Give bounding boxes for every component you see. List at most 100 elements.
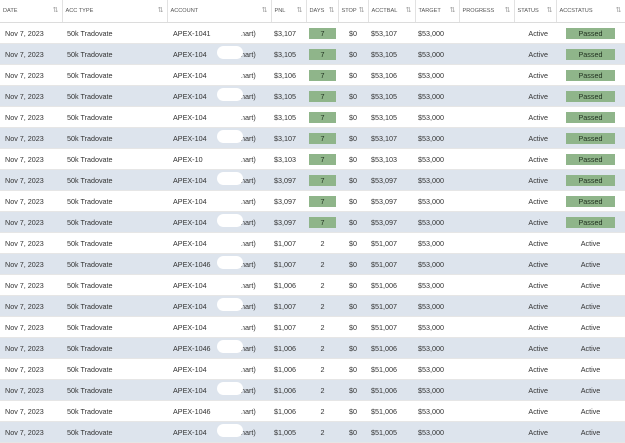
days-value: 2 <box>320 301 325 311</box>
cell-target: $53,000 <box>415 106 459 128</box>
cell-stop: $0 <box>338 316 368 338</box>
accstatus-badge: Active <box>580 343 601 353</box>
table-row[interactable]: Nov 7, 2023 50k Tradovate APEX-104 (chart… <box>0 358 625 380</box>
cell-date: Nov 7, 2023 <box>0 274 62 296</box>
cell-acc-type: 50k Tradovate <box>62 190 167 212</box>
cell-target: $53,000 <box>415 64 459 86</box>
cell-stop: $0 <box>338 148 368 170</box>
cell-stop: $0 <box>338 421 368 443</box>
cell-pnl: $1,007 <box>271 295 306 317</box>
accstatus-badge: Passed <box>566 132 615 144</box>
table-row[interactable]: Nov 7, 2023 50k Tradovate APEX-104 (chart… <box>0 85 625 107</box>
cell-status: Active <box>514 85 556 107</box>
cell-progress <box>459 295 514 317</box>
cell-days: 2 <box>306 274 338 296</box>
cell-days: 7 <box>306 106 338 128</box>
cell-stop: $0 <box>338 43 368 65</box>
cell-date: Nov 7, 2023 <box>0 106 62 128</box>
redaction-mark <box>217 66 243 80</box>
cell-acc-type: 50k Tradovate <box>62 85 167 107</box>
table-row[interactable]: Nov 7, 2023 50k Tradovate APEX-1046 (char… <box>0 337 625 359</box>
sort-arrows-icon[interactable]: ⇅ <box>53 6 59 14</box>
accounts-table: DATE ⇅ ACC TYPE ⇅ ACCOUNT ⇅ PNL ⇅ DAYS ⇅ STOP… <box>0 0 625 443</box>
days-value: 2 <box>320 259 325 269</box>
table-row[interactable]: Nov 7, 2023 50k Tradovate APEX-104 (chart… <box>0 316 625 338</box>
cell-pnl: $3,105 <box>271 106 306 128</box>
table-header-row: DATE ⇅ ACC TYPE ⇅ ACCOUNT ⇅ PNL ⇅ DAYS ⇅ STOP… <box>0 0 625 23</box>
sort-arrows-icon[interactable]: ⇅ <box>329 6 335 14</box>
column-header-account[interactable]: ACCOUNT ⇅ <box>167 0 272 23</box>
table-row[interactable]: Nov 7, 2023 50k Tradovate APEX-104 (chart… <box>0 379 625 401</box>
cell-status: Active <box>514 22 556 44</box>
table-row[interactable]: Nov 7, 2023 50k Tradovate APEX-104 (chart… <box>0 169 625 191</box>
cell-days: 7 <box>306 43 338 65</box>
cell-acctbal: $53,097 <box>368 190 415 212</box>
accstatus-badge: Active <box>580 385 601 395</box>
column-header-pnl[interactable]: PNL ⇅ <box>271 0 307 23</box>
cell-acc-type: 50k Tradovate <box>62 106 167 128</box>
cell-acctbal: $53,107 <box>368 127 415 149</box>
cell-stop: $0 <box>338 169 368 191</box>
sort-arrows-icon[interactable]: ⇅ <box>297 6 303 14</box>
accstatus-badge: Passed <box>566 48 615 60</box>
days-value: 2 <box>320 406 325 416</box>
cell-account: APEX-104 (chart) <box>167 190 271 212</box>
column-header-target[interactable]: TARGET ⇅ <box>415 0 460 23</box>
table-row[interactable]: Nov 7, 2023 50k Tradovate APEX-104 (chart… <box>0 211 625 233</box>
cell-date: Nov 7, 2023 <box>0 211 62 233</box>
cell-stop: $0 <box>338 253 368 275</box>
column-header-days[interactable]: DAYS ⇅ <box>306 0 339 23</box>
redaction-mark <box>217 381 243 395</box>
column-header-stop[interactable]: STOP ⇅ <box>338 0 369 23</box>
column-header-acc-type[interactable]: ACC TYPE ⇅ <box>62 0 168 23</box>
cell-progress <box>459 22 514 44</box>
cell-account: APEX-104 (chart) <box>167 295 271 317</box>
table-row[interactable]: Nov 7, 2023 50k Tradovate APEX-104 (chart… <box>0 295 625 317</box>
table-row[interactable]: Nov 7, 2023 50k Tradovate APEX-1041 (char… <box>0 22 625 44</box>
table-row[interactable]: Nov 7, 2023 50k Tradovate APEX-104 (chart… <box>0 127 625 149</box>
cell-accstatus: Active <box>556 358 625 380</box>
cell-acctbal: $53,105 <box>368 85 415 107</box>
sort-arrows-icon[interactable]: ⇅ <box>406 6 412 14</box>
cell-acc-type: 50k Tradovate <box>62 337 167 359</box>
cell-stop: $0 <box>338 232 368 254</box>
accstatus-badge: Passed <box>566 90 615 102</box>
table-row[interactable]: Nov 7, 2023 50k Tradovate APEX-1046 (char… <box>0 400 625 422</box>
table-row[interactable]: Nov 7, 2023 50k Tradovate APEX-104 (chart… <box>0 190 625 212</box>
column-header-progress[interactable]: PROGRESS ⇅ <box>459 0 515 23</box>
sort-arrows-icon[interactable]: ⇅ <box>450 6 456 14</box>
redaction-mark <box>217 339 243 353</box>
cell-date: Nov 7, 2023 <box>0 43 62 65</box>
cell-target: $53,000 <box>415 421 459 443</box>
column-header-status[interactable]: STATUS ⇅ <box>514 0 557 23</box>
sort-arrows-icon[interactable]: ⇅ <box>359 6 365 14</box>
sort-arrows-icon[interactable]: ⇅ <box>505 6 511 14</box>
table-row[interactable]: Nov 7, 2023 50k Tradovate APEX-104 (chart… <box>0 43 625 65</box>
table-row[interactable]: Nov 7, 2023 50k Tradovate APEX-104 (chart… <box>0 421 625 443</box>
cell-status: Active <box>514 190 556 212</box>
cell-days: 7 <box>306 190 338 212</box>
sort-arrows-icon[interactable]: ⇅ <box>616 6 622 14</box>
redaction-mark <box>217 276 243 290</box>
table-row[interactable]: Nov 7, 2023 50k Tradovate APEX-1046 (char… <box>0 253 625 275</box>
cell-date: Nov 7, 2023 <box>0 421 62 443</box>
cell-stop: $0 <box>338 22 368 44</box>
column-header-label: ACCOUNT <box>170 8 199 14</box>
table-row[interactable]: Nov 7, 2023 50k Tradovate APEX-10 (chart)… <box>0 148 625 170</box>
table-row[interactable]: Nov 7, 2023 50k Tradovate APEX-104 (chart… <box>0 64 625 86</box>
column-header-date[interactable]: DATE ⇅ <box>0 0 63 23</box>
column-header-accstatus[interactable]: ACCSTATUS ⇅ <box>556 0 625 23</box>
table-row[interactable]: Nov 7, 2023 50k Tradovate APEX-104 (chart… <box>0 106 625 128</box>
sort-arrows-icon[interactable]: ⇅ <box>547 6 553 14</box>
table-row[interactable]: Nov 7, 2023 50k Tradovate APEX-104 (chart… <box>0 274 625 296</box>
table-row[interactable]: Nov 7, 2023 50k Tradovate APEX-104 (chart… <box>0 232 625 254</box>
cell-acc-type: 50k Tradovate <box>62 22 167 44</box>
cell-progress <box>459 421 514 443</box>
cell-target: $53,000 <box>415 127 459 149</box>
cell-status: Active <box>514 127 556 149</box>
sort-arrows-icon[interactable]: ⇅ <box>262 6 268 14</box>
cell-pnl: $3,097 <box>271 190 306 212</box>
sort-arrows-icon[interactable]: ⇅ <box>158 6 164 14</box>
column-header-acctbal[interactable]: ACCTBAL ⇅ <box>368 0 416 23</box>
redaction-mark <box>217 24 243 38</box>
